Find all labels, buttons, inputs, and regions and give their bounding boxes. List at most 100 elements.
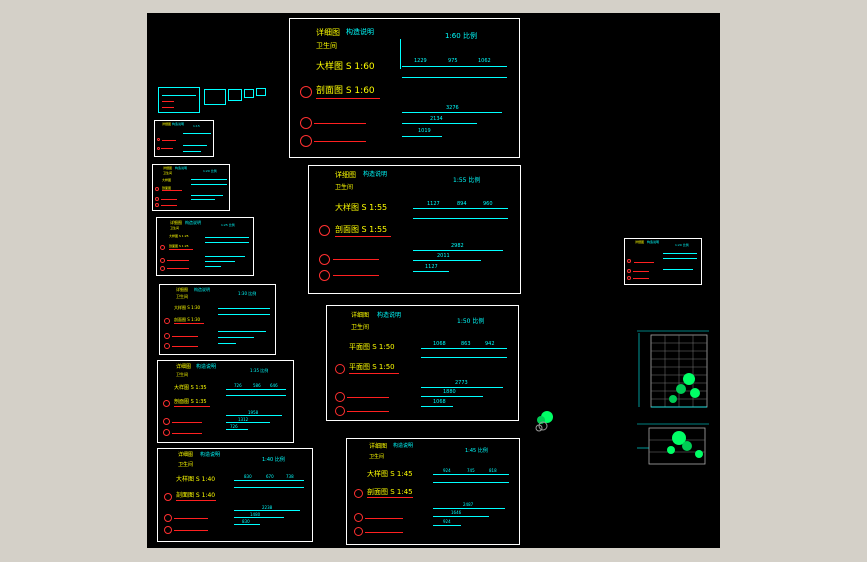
sheet-subtitle: 构造说明	[172, 122, 185, 126]
dimension-line	[663, 253, 697, 254]
section-marker	[300, 86, 312, 98]
dim-label: 924	[443, 519, 451, 524]
dimension-line	[413, 271, 449, 272]
dim-label: 586	[253, 383, 261, 388]
dim-label: 863	[461, 341, 471, 347]
sheet-scale: 1:15	[193, 124, 200, 128]
view-1-label: 大样图 S 1:60	[316, 62, 375, 72]
section-marker	[155, 197, 159, 201]
dimension-line	[183, 145, 207, 146]
dimension-line	[234, 524, 260, 525]
dimension-line	[402, 136, 442, 137]
underline	[333, 275, 379, 276]
view-1-label: 平面图 S 1:50	[349, 343, 395, 351]
dimension-line	[234, 517, 284, 518]
section-marker	[627, 259, 631, 263]
view-1-label: 大样图 S 1:55	[335, 203, 388, 212]
dim-label: 726	[234, 383, 242, 388]
dimension-line	[205, 266, 221, 267]
dimension-line	[218, 308, 270, 309]
tiny-sheet	[204, 89, 226, 105]
underline	[172, 433, 202, 434]
dimension-line	[234, 510, 300, 511]
section-marker	[319, 254, 330, 265]
dimension-line	[663, 258, 697, 259]
section-marker	[335, 364, 345, 374]
cad-drawing-canvas[interactable]: 详细图 构造说明 卫生间 1:60 比例 大样图 S 1:60 剖面图 S 1:…	[147, 13, 720, 548]
sheet-1-60[interactable]: 详细图 构造说明 卫生间 1:60 比例 大样图 S 1:60 剖面图 S 1:…	[289, 18, 520, 158]
sheet-1-55[interactable]: 详细图 构造说明 卫生间 1:55 比例 大样图 S 1:55 剖面图 S 1:…	[308, 165, 521, 294]
view-1-label: 大样图 S 1:45	[367, 470, 413, 478]
dim-label: 942	[485, 341, 495, 347]
view-2-label: 剖面图 S 1:25	[169, 244, 189, 248]
section-marker	[164, 333, 170, 339]
elevation-drawing[interactable]	[633, 323, 713, 413]
section-marker	[354, 489, 363, 498]
sheet-subtitle: 构造说明	[377, 312, 402, 319]
sheet-scale: 1:35 比例	[250, 368, 269, 373]
section-marker	[319, 225, 330, 236]
sheet-1-25[interactable]: 详细图 构造说明 卫生间 1:25 比例 大样图 S 1:25 剖面图 S 1:…	[156, 217, 254, 276]
sheet-1-15[interactable]: 详细图 构造说明 1:15	[154, 120, 214, 157]
underline	[314, 141, 366, 142]
underline	[161, 148, 173, 149]
underline	[167, 260, 189, 261]
dimension-line	[433, 474, 509, 475]
sheet-room: 卫生间	[335, 184, 354, 191]
section-marker	[160, 258, 165, 263]
sheet-room: 卫生间	[176, 372, 188, 377]
section-marker	[300, 135, 312, 147]
dimension-line	[234, 480, 304, 481]
sheet-room: 卫生间	[178, 462, 194, 468]
sheet-subtitle: 构造说明	[175, 166, 188, 170]
view-1-label: 大样图 S 1:30	[174, 305, 201, 310]
underline	[174, 406, 210, 407]
section-marker	[627, 269, 631, 273]
sheet-room: 卫生间	[351, 324, 370, 331]
underline	[161, 205, 177, 206]
sheet-1-20[interactable]: 详细图 构造说明 卫生间 1:20 比例 大样图 剖面图	[152, 164, 230, 211]
dimension-line	[218, 343, 236, 344]
underline	[172, 336, 198, 337]
section-marker	[164, 514, 172, 522]
dimension-line	[226, 395, 286, 396]
sheet-1-35[interactable]: 详细图 构造说明 卫生间 1:35 比例 大样图 S 1:35 剖面图 S 1:…	[157, 360, 294, 443]
dimension-line	[433, 482, 509, 483]
sheet-room: 卫生间	[170, 226, 180, 230]
tiny-line	[162, 95, 196, 96]
dimension-line	[226, 389, 286, 390]
section-marker	[354, 527, 363, 536]
plant-symbol[interactable]	[532, 408, 558, 434]
sheet-1-40[interactable]: 详细图 构造说明 卫生间 1:40 比例 大样图 S 1:40 剖面图 S 1:…	[157, 448, 313, 542]
dim-label: 1019	[418, 128, 431, 134]
view-2-label: 剖面图 S 1:45	[367, 488, 413, 496]
dimension-line	[413, 250, 503, 251]
sheet-scale: 1:60 比例	[445, 32, 477, 40]
sheet-title: 详细图	[369, 443, 388, 450]
view-2-label: 剖面图 S 1:30	[174, 317, 201, 322]
dim-label: 1068	[433, 399, 446, 405]
sheet-1-45[interactable]: 详细图 构造说明 卫生间 1:45 比例 大样图 S 1:45 剖面图 S 1:…	[346, 438, 520, 545]
dim-label: 2487	[463, 502, 474, 507]
sheet-1-50[interactable]: 详细图 构造说明 卫生间 1:50 比例 平面图 S 1:50 平面图 S 1:…	[326, 305, 519, 421]
dim-label: 924	[443, 468, 451, 473]
underline	[174, 530, 208, 531]
view-2-label: 剖面图 S 1:55	[335, 225, 388, 234]
underline	[161, 199, 177, 200]
sheet-subtitle: 构造说明	[194, 287, 210, 292]
dimension-line	[413, 260, 481, 261]
sheet-1-30[interactable]: 详细图 构造说明 卫生间 1:30 比例 大样图 S 1:30 剖面图 S 1:…	[159, 284, 276, 355]
sheet-subtitle: 构造说明	[393, 443, 414, 449]
dim-label: 670	[266, 474, 274, 479]
plan-drawing[interactable]	[633, 420, 713, 468]
sheet-scale: 1:30 比例	[238, 291, 257, 296]
section-marker	[335, 392, 345, 402]
dim-label: 2773	[455, 380, 468, 386]
underline	[633, 278, 649, 279]
sheet-subtitle: 构造说明	[363, 171, 388, 178]
sheet-right-detail[interactable]: 详细图 构造说明 1:20 比例	[624, 238, 702, 285]
underline	[367, 497, 413, 498]
sheet-scale: 1:20 比例	[203, 169, 217, 173]
tiny-sheet-cluster[interactable]	[158, 87, 268, 113]
dim-label: 2011	[437, 253, 450, 259]
